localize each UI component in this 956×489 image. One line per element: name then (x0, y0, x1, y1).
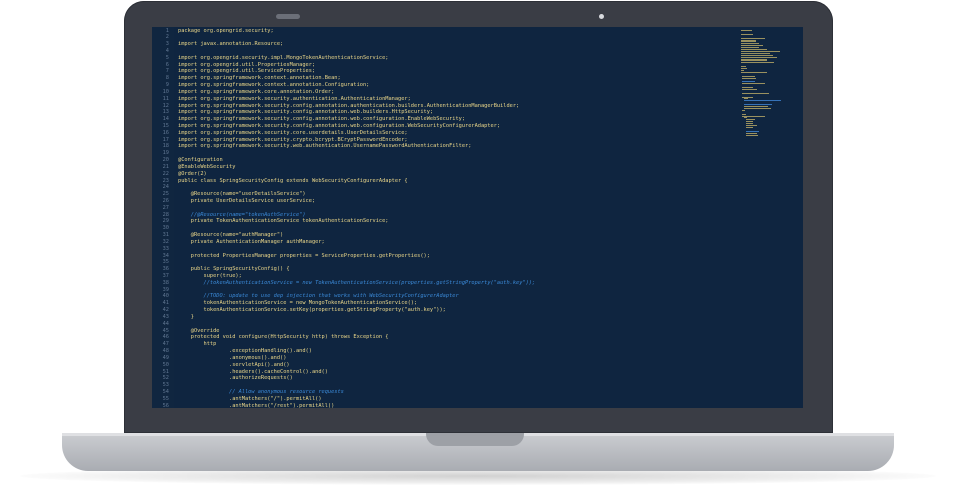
minimap-line (741, 58, 767, 60)
code-editor-screen: 1 package org.opengrid.security; 2 3 import … (152, 27, 803, 408)
minimap-line (742, 115, 765, 117)
minimap-line (741, 56, 778, 58)
minimap-line (743, 117, 747, 119)
minimap-line (741, 50, 780, 52)
minimap-line (741, 71, 767, 73)
webcam-icon (599, 14, 604, 19)
minimap-line (742, 77, 757, 79)
minimap-line (746, 123, 753, 125)
lid-opening-notch (426, 433, 524, 446)
minimap-line (746, 134, 758, 136)
code-line[interactable]: 56 .antMatchers("/rest").permitAll() (152, 403, 737, 408)
minimap-line (741, 68, 748, 69)
minimap-line (746, 126, 754, 128)
code-minimap[interactable] (737, 27, 803, 408)
minimap-line (741, 43, 760, 45)
minimap-line (742, 113, 746, 115)
minimap-line (741, 66, 747, 68)
minimap-line (743, 98, 748, 100)
minimap-line (741, 62, 775, 64)
minimap-line (743, 106, 768, 107)
code-text: .antMatchers("/rest").permitAll() (178, 402, 335, 408)
minimap-line (742, 109, 746, 111)
minimap-line (746, 132, 757, 134)
minimap-line (742, 92, 770, 94)
minimap-line (742, 87, 753, 88)
minimap-line (741, 41, 757, 43)
minimap-line (741, 39, 757, 41)
minimap-line (741, 37, 765, 39)
line-number: 56 (162, 402, 169, 408)
minimap-line (741, 47, 759, 49)
minimap-line (741, 49, 768, 50)
minimap-line (741, 52, 770, 54)
minimap-line (741, 30, 752, 31)
minimap-line (743, 104, 773, 106)
minimap-line (743, 107, 771, 109)
minimap-line (741, 45, 763, 47)
minimap-line (742, 75, 756, 77)
minimap-line (741, 33, 753, 35)
minimap-line (742, 88, 758, 90)
minimap-line (741, 60, 767, 62)
minimap-line (743, 100, 781, 102)
minimap-line (741, 69, 745, 71)
code-area[interactable]: 1 package org.opengrid.security; 2 3 import … (152, 27, 737, 409)
minimap-line (746, 130, 760, 132)
minimap-line (742, 83, 765, 85)
minimap-line (742, 81, 756, 83)
minimap-line (741, 54, 774, 56)
minimap-line (746, 121, 753, 123)
minimap-line (746, 119, 756, 121)
minimap-line (746, 125, 758, 126)
minimap-line (742, 96, 754, 98)
status-light (276, 14, 300, 19)
